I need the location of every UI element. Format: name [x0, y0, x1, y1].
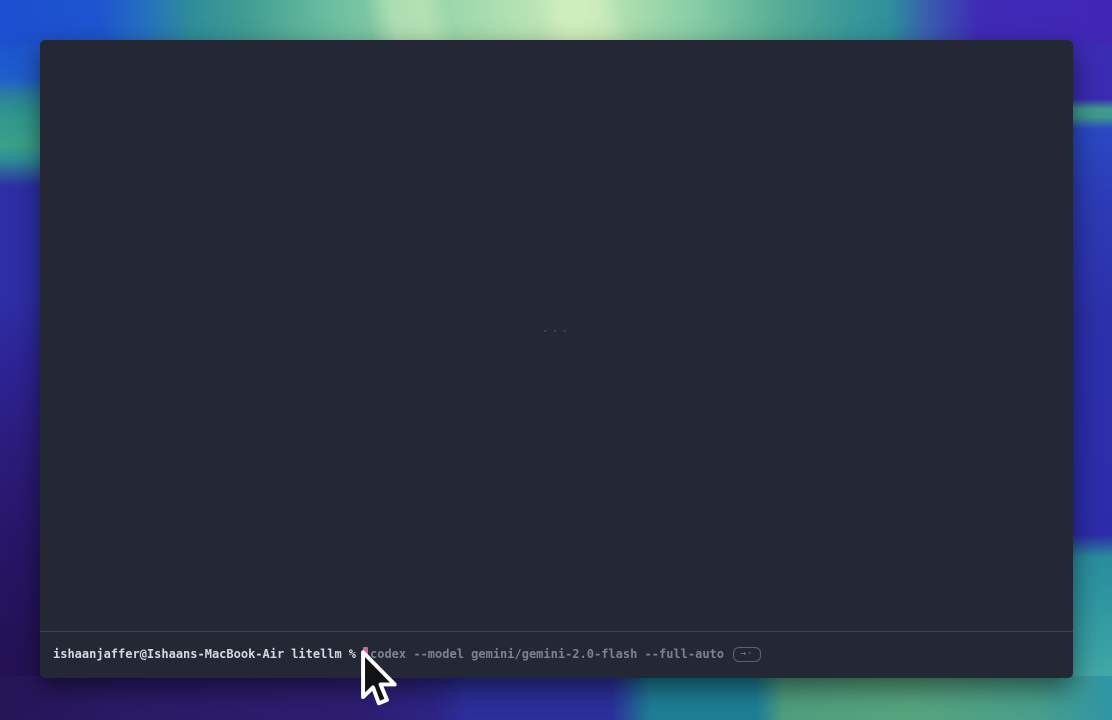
loading-ellipsis: ... — [542, 322, 571, 335]
prompt-divider — [40, 631, 1073, 632]
terminal-window[interactable]: ... ishaanjaffer@Ishaans-MacBook-Air lit… — [40, 40, 1073, 678]
prompt-symbol: % — [349, 646, 356, 662]
wallpaper-bottom-band — [0, 676, 1112, 720]
wallpaper-right-band-top — [1070, 44, 1112, 544]
desktop: ... ishaanjaffer@Ishaans-MacBook-Air lit… — [0, 0, 1112, 720]
mouse-cursor-icon — [359, 650, 401, 714]
prompt-cwd: litellm — [291, 646, 342, 662]
shell-prompt-line[interactable]: ishaanjaffer@Ishaans-MacBook-Air litellm… — [53, 646, 761, 662]
wallpaper-left-band — [0, 44, 44, 720]
autosuggestion-text: codex --model gemini/gemini-2.0-flash --… — [370, 646, 724, 662]
accept-suggestion-key-hint: →· — [733, 647, 761, 662]
prompt-user-host: ishaanjaffer@Ishaans-MacBook-Air — [53, 646, 284, 662]
